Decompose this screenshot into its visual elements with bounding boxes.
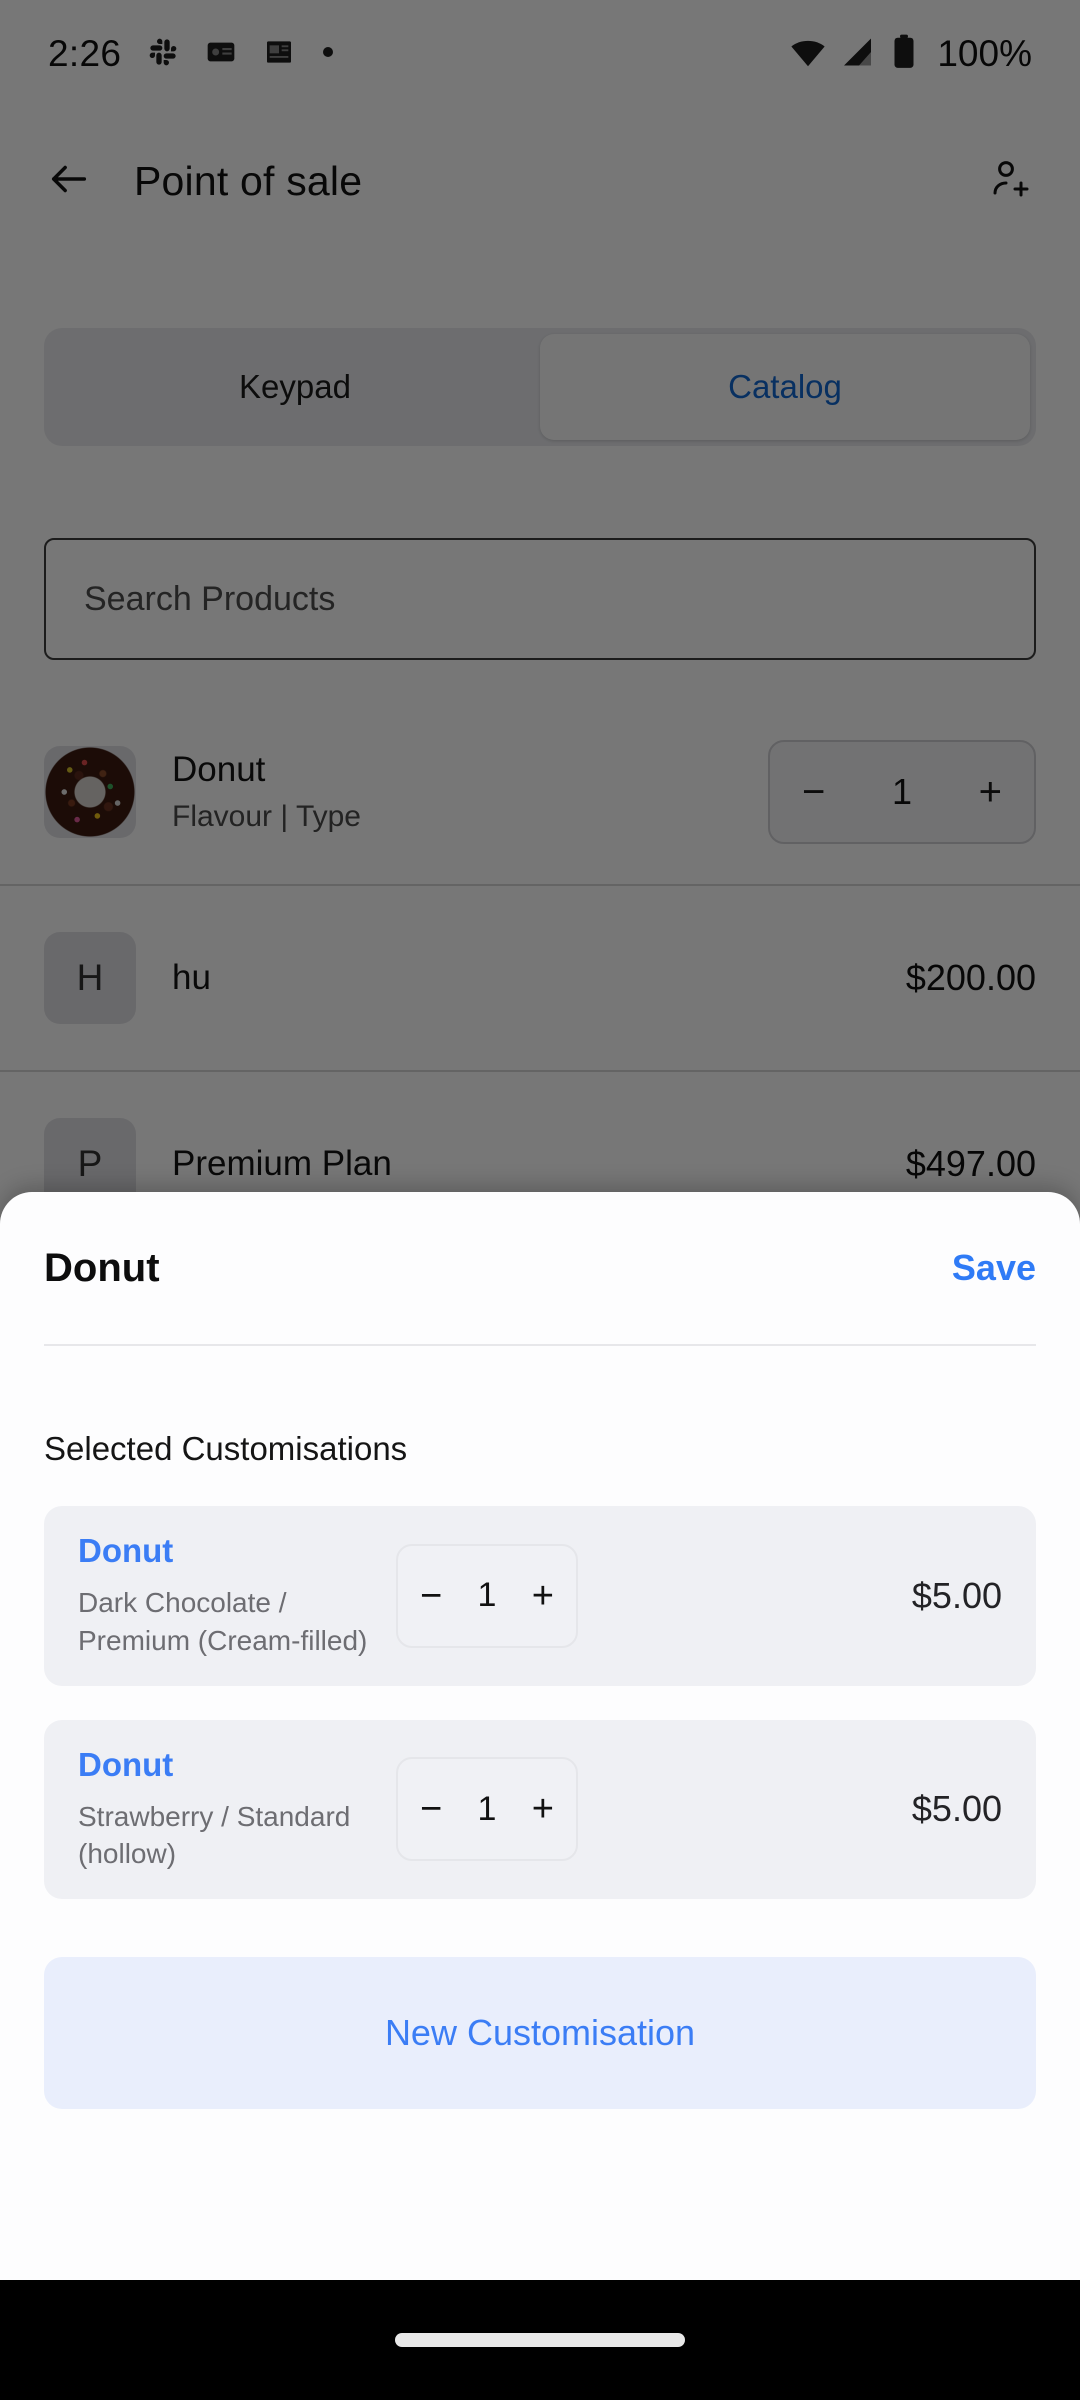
customisation-card[interactable]: Donut Dark Chocolate / Premium (Cream-fi… [44,1506,1036,1686]
home-indicator[interactable] [395,2333,685,2347]
sheet-header: Donut Save [0,1192,1080,1344]
system-navigation-bar [0,2280,1080,2400]
minus-icon[interactable]: − [420,1577,442,1615]
customisation-price: $5.00 [911,1788,1002,1830]
minus-icon[interactable]: − [420,1790,442,1828]
customisation-list: Donut Dark Chocolate / Premium (Cream-fi… [0,1468,1080,1900]
selected-customisations-label: Selected Customisations [44,1430,408,1467]
save-button[interactable]: Save [952,1247,1036,1289]
customisation-product-name[interactable]: Donut [78,1532,378,1570]
quantity-value: 1 [477,1789,497,1828]
sheet-title: Donut [44,1245,160,1290]
customisation-quantity-stepper[interactable]: − 1 + [396,1543,578,1648]
phone-screen: 2:26 [0,0,1080,2400]
customisation-options: Dark Chocolate / Premium (Cream-filled) [78,1587,368,1656]
customisation-price: $5.00 [911,1574,1002,1616]
customisation-quantity-stepper[interactable]: − 1 + [396,1757,578,1862]
plus-icon[interactable]: + [532,1790,554,1828]
customisation-options: Strawberry / Standard (hollow) [78,1800,351,1870]
customisation-card[interactable]: Donut Strawberry / Standard (hollow) − 1… [44,1719,1036,1900]
customisation-product-name[interactable]: Donut [78,1746,378,1784]
quantity-value: 1 [477,1576,497,1615]
customisation-bottom-sheet: Donut Save Selected Customisations Donut… [0,1192,1080,2280]
new-customisation-button[interactable]: New Customisation [44,1957,1036,2110]
plus-icon[interactable]: + [532,1577,554,1615]
